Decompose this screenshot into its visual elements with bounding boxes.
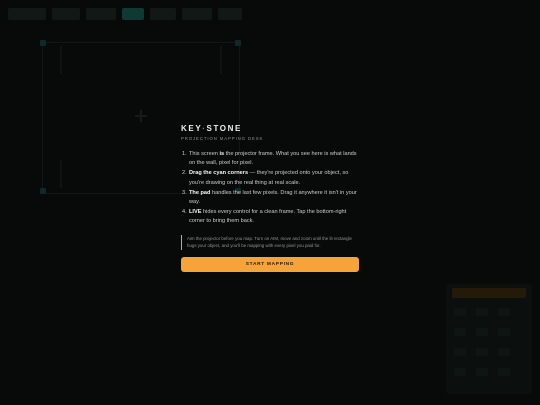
start-mapping-button[interactable]: START MAPPING	[181, 256, 359, 272]
bg-toolbar-chip	[52, 8, 80, 20]
step-item: Drag the cyan corners — they're projecte…	[182, 169, 362, 188]
step-emphasis: LIVE	[189, 208, 202, 215]
bg-pad-cell	[476, 328, 488, 336]
bg-guide-line	[220, 46, 222, 74]
step-item: This screen is the projector frame. What…	[182, 150, 362, 169]
bg-corner-handle	[40, 40, 46, 46]
brand-word-left: KEY	[181, 124, 203, 133]
bg-pad-cell	[498, 328, 510, 336]
step-text: handles the last few pixels. Drag it any…	[189, 189, 357, 206]
bg-pad-cell	[454, 328, 466, 336]
bg-toolbar-chip	[182, 8, 212, 20]
bg-pad-cell	[454, 368, 466, 376]
step-text: This screen	[189, 151, 220, 157]
instruction-steps: This screen is the projector frame. What…	[178, 150, 362, 227]
brand-subtitle: PROJECTION MAPPING DESK	[181, 136, 264, 141]
bg-pad-panel	[446, 284, 532, 394]
bg-pad-cell	[498, 348, 510, 356]
bg-pad-cell	[498, 308, 510, 316]
bg-toolbar-chip	[8, 8, 46, 20]
bg-toolbar-chip-active	[122, 8, 144, 20]
aim-tip-note: Aim the projector before you map. Turn o…	[181, 234, 362, 250]
background-toolbar	[0, 0, 540, 28]
bg-pad-cell	[476, 368, 488, 376]
bg-pad-cell	[476, 348, 488, 356]
bg-guide-line	[60, 160, 62, 188]
bg-pad-cell	[476, 308, 488, 316]
bg-pad-cell	[498, 368, 510, 376]
brand-word-right: STONE	[206, 124, 242, 133]
bg-corner-handle	[235, 40, 241, 46]
step-item: LIVE hides every control for a clean fra…	[182, 208, 362, 227]
step-item: The pad handles the last few pixels. Dra…	[182, 189, 362, 208]
bg-toolbar-chip	[86, 8, 116, 20]
bg-toolbar-chip	[218, 8, 242, 20]
bg-guide-line	[60, 46, 62, 74]
onboarding-dialog: KEY·STONE PROJECTION MAPPING DESK This s…	[178, 124, 362, 272]
step-text: hides every control for a clean frame. T…	[189, 208, 347, 225]
step-emphasis: Drag the cyan corners	[189, 170, 249, 177]
bg-crosshair-icon	[135, 110, 147, 122]
bg-pad-header	[452, 288, 526, 298]
bg-toolbar-chip	[150, 8, 176, 20]
brand-logo: KEY·STONE	[181, 124, 362, 133]
bg-pad-cell	[454, 348, 466, 356]
step-emphasis: The pad	[189, 189, 211, 196]
bg-corner-handle	[40, 188, 46, 194]
bg-pad-cell	[454, 308, 466, 316]
